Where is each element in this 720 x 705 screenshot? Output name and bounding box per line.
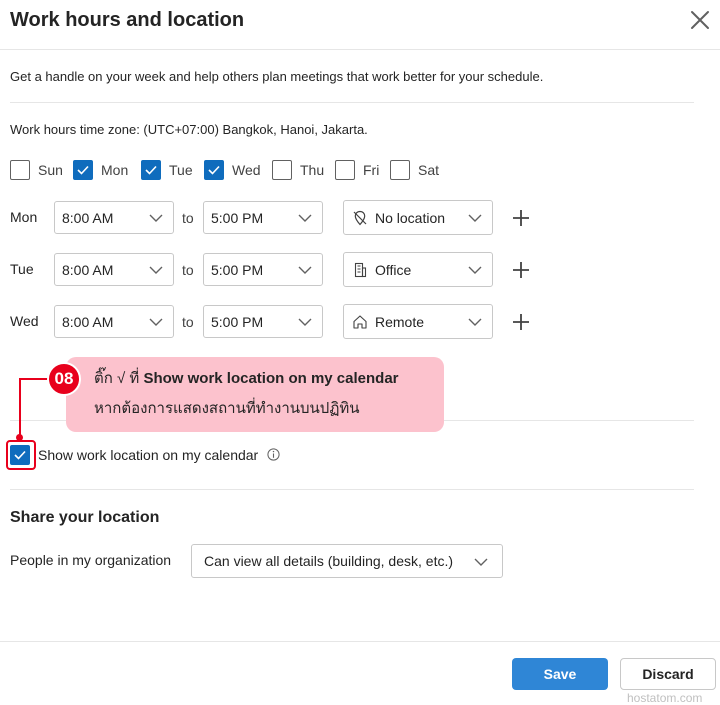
day-label: Mon	[101, 162, 129, 178]
intro-text: Get a handle on your week and help other…	[10, 69, 544, 84]
close-icon[interactable]	[686, 6, 714, 34]
day-label: Fri	[363, 162, 380, 178]
add-icon[interactable]	[511, 312, 531, 332]
check-icon	[77, 165, 89, 175]
day-tue[interactable]: Tue	[141, 160, 193, 180]
to-label: to	[182, 210, 194, 226]
day-mon[interactable]: Mon	[73, 160, 128, 180]
start-time-value: 8:00 AM	[62, 261, 114, 278]
start-time-value: 8:00 AM	[62, 209, 114, 226]
end-time-dropdown[interactable]: 5:00 PM	[203, 305, 323, 338]
day-label: Wed	[232, 162, 261, 178]
add-icon[interactable]	[511, 208, 531, 228]
callout-text-description: หากต้องการแสดงสถานที่ทำงานบนปฏิทิน	[94, 400, 360, 417]
home-icon	[353, 314, 367, 329]
end-time-value: 5:00 PM	[211, 261, 264, 278]
step-badge: 08	[47, 362, 81, 396]
show-location-checkbox[interactable]	[10, 445, 30, 465]
callout-text-highlight: Show work location on my calendar	[143, 370, 399, 387]
callout-connector	[19, 378, 49, 380]
show-location-label[interactable]: Show work location on my calendar	[38, 447, 258, 463]
chevron-down-icon	[298, 214, 312, 222]
check-icon	[145, 165, 157, 175]
day-checkbox[interactable]	[204, 160, 224, 180]
day-thu[interactable]: Thu	[272, 160, 324, 180]
chevron-down-icon	[149, 214, 163, 222]
day-checkbox[interactable]	[390, 160, 410, 180]
to-label: to	[182, 314, 194, 330]
sharing-level-value: Can view all details (building, desk, et…	[204, 553, 454, 569]
dialog-title: Work hours and location	[10, 9, 245, 31]
schedule-day-label: Mon	[10, 209, 38, 225]
no-location-icon	[353, 210, 367, 225]
end-time-value: 5:00 PM	[211, 313, 264, 330]
check-icon	[14, 450, 26, 460]
office-building-icon	[354, 262, 367, 277]
chevron-down-icon	[468, 214, 482, 222]
location-dropdown[interactable]: Remote	[343, 304, 493, 339]
location-value: No location	[375, 209, 446, 226]
chevron-down-icon	[149, 266, 163, 274]
chevron-down-icon	[298, 318, 312, 326]
discard-button[interactable]: Discard	[620, 658, 716, 690]
schedule-day-label: Tue	[10, 261, 34, 277]
day-checkbox[interactable]	[141, 160, 161, 180]
day-checkbox[interactable]	[335, 160, 355, 180]
location-value: Remote	[375, 313, 425, 330]
location-dropdown[interactable]: Office	[343, 252, 493, 287]
end-time-dropdown[interactable]: 5:00 PM	[203, 253, 323, 286]
info-icon[interactable]	[267, 448, 280, 461]
location-value: Office	[375, 261, 412, 278]
section-divider	[10, 489, 694, 490]
callout-text-prefix: ติ๊ก √ ที่	[94, 370, 144, 387]
chevron-down-icon	[474, 558, 488, 566]
day-sat[interactable]: Sat	[390, 160, 439, 180]
chevron-down-icon	[298, 266, 312, 274]
day-label: Thu	[300, 162, 325, 178]
schedule-day-label: Wed	[10, 313, 39, 329]
start-time-dropdown[interactable]: 8:00 AM	[54, 201, 174, 234]
to-label: to	[182, 262, 194, 278]
end-time-dropdown[interactable]: 5:00 PM	[203, 201, 323, 234]
start-time-value: 8:00 AM	[62, 313, 114, 330]
intro-divider	[10, 102, 694, 103]
callout-connector	[19, 378, 21, 438]
day-label: Sun	[38, 162, 63, 178]
chevron-down-icon	[149, 318, 163, 326]
header-divider	[0, 49, 720, 50]
day-sun[interactable]: Sun	[10, 160, 63, 180]
day-label: Sat	[418, 162, 440, 178]
check-icon	[208, 165, 220, 175]
day-checkbox[interactable]	[73, 160, 93, 180]
end-time-value: 5:00 PM	[211, 209, 264, 226]
people-label: People in my organization	[10, 552, 172, 568]
start-time-dropdown[interactable]: 8:00 AM	[54, 253, 174, 286]
timezone-text: Work hours time zone: (UTC+07:00) Bangko…	[10, 122, 368, 137]
day-checkbox[interactable]	[10, 160, 30, 180]
add-icon[interactable]	[511, 260, 531, 280]
location-dropdown[interactable]: No location	[343, 200, 493, 235]
save-button[interactable]: Save	[512, 658, 608, 690]
tutorial-callout: ติ๊ก √ ที่ Show work location on my cale…	[66, 357, 444, 432]
sharing-level-dropdown[interactable]: Can view all details (building, desk, et…	[191, 544, 503, 578]
start-time-dropdown[interactable]: 8:00 AM	[54, 305, 174, 338]
watermark: hostatom.com	[627, 691, 703, 705]
footer-divider	[0, 641, 720, 642]
day-checkbox[interactable]	[272, 160, 292, 180]
share-section-title: Share your location	[10, 509, 160, 526]
chevron-down-icon	[468, 266, 482, 274]
day-wed[interactable]: Wed	[204, 160, 261, 180]
day-label: Tue	[169, 162, 193, 178]
chevron-down-icon	[468, 318, 482, 326]
day-fri[interactable]: Fri	[335, 160, 379, 180]
